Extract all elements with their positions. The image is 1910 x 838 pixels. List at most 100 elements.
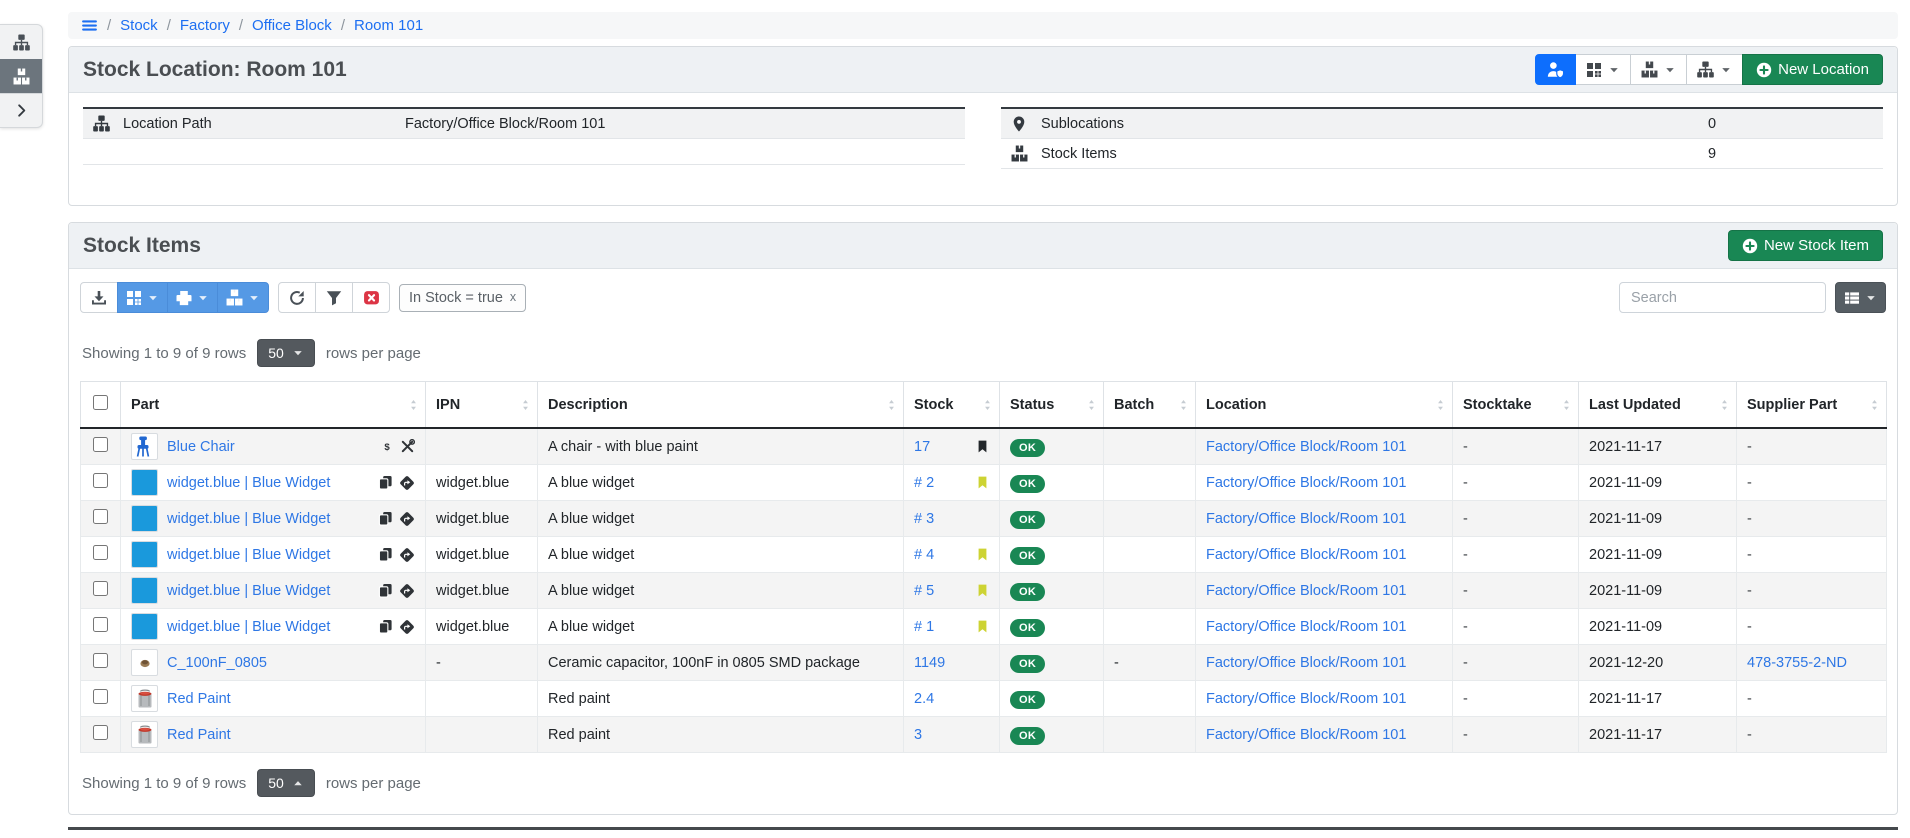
part-link[interactable]: Red Paint xyxy=(167,691,231,707)
row-checkbox[interactable] xyxy=(93,653,108,668)
description-cell: A blue widget xyxy=(538,501,904,537)
location-link[interactable]: Factory/Office Block/Room 101 xyxy=(1206,655,1406,671)
detail-empty-row xyxy=(83,139,965,165)
row-checkbox[interactable] xyxy=(93,437,108,452)
last-updated-cell: 2021-11-17 xyxy=(1579,681,1737,717)
add-filter-button[interactable] xyxy=(315,282,353,313)
location-link[interactable]: Factory/Office Block/Room 101 xyxy=(1206,547,1406,563)
column-header-part[interactable]: Part xyxy=(121,382,426,429)
sidebar-item-stock-items[interactable] xyxy=(0,59,42,93)
refresh-button[interactable] xyxy=(278,282,316,313)
column-header-supplier-part[interactable]: Supplier Part xyxy=(1737,382,1887,429)
admin-button[interactable] xyxy=(1535,54,1576,85)
column-label: Status xyxy=(1010,397,1054,413)
supplier-part-cell: - xyxy=(1737,465,1887,501)
page-size-dropdown[interactable]: 50 xyxy=(257,339,315,367)
active-filter-chip[interactable]: In Stock = true x xyxy=(399,284,526,312)
stock-link[interactable]: # 4 xyxy=(914,547,934,563)
row-checkbox[interactable] xyxy=(93,725,108,740)
part-link[interactable]: widget.blue | Blue Widget xyxy=(167,619,330,635)
row-checkbox[interactable] xyxy=(93,473,108,488)
page-size-dropdown[interactable]: 50 xyxy=(257,769,315,797)
stock-link[interactable]: # 1 xyxy=(914,619,934,635)
download-button[interactable] xyxy=(80,282,118,313)
part-thumbnail[interactable] xyxy=(131,721,158,748)
part-thumbnail[interactable] xyxy=(131,649,158,676)
clear-filters-button[interactable] xyxy=(352,282,390,313)
print-actions-button[interactable] xyxy=(167,282,218,313)
stock-options-button[interactable] xyxy=(217,282,269,313)
location-link[interactable]: Factory/Office Block/Room 101 xyxy=(1206,475,1406,491)
column-header-stocktake[interactable]: Stocktake xyxy=(1453,382,1579,429)
columns-button[interactable] xyxy=(1835,282,1886,313)
barcode-actions-button[interactable] xyxy=(1575,54,1631,85)
column-header-ipn[interactable]: IPN xyxy=(426,382,538,429)
location-cell: Factory/Office Block/Room 101 xyxy=(1196,573,1453,609)
location-link[interactable]: Factory/Office Block/Room 101 xyxy=(1206,727,1406,743)
stock-link[interactable]: 1149 xyxy=(914,655,945,671)
location-link[interactable]: Factory/Office Block/Room 101 xyxy=(1206,583,1406,599)
part-link[interactable]: Red Paint xyxy=(167,727,231,743)
part-thumbnail[interactable] xyxy=(131,505,158,532)
stock-link[interactable]: # 2 xyxy=(914,475,934,491)
row-checkbox[interactable] xyxy=(93,581,108,596)
location-link[interactable]: Factory/Office Block/Room 101 xyxy=(1206,439,1406,455)
list-columns-icon xyxy=(1844,290,1860,306)
row-select-cell xyxy=(81,609,121,645)
stock-actions-button[interactable] xyxy=(1630,54,1687,85)
stock-link[interactable]: 17 xyxy=(914,439,930,455)
part-thumbnail[interactable] xyxy=(131,433,158,460)
column-header-status[interactable]: Status xyxy=(1000,382,1104,429)
search-input[interactable] xyxy=(1619,282,1826,313)
row-checkbox[interactable] xyxy=(93,545,108,560)
column-header-description[interactable]: Description xyxy=(538,382,904,429)
barcode-actions-button[interactable] xyxy=(117,282,168,313)
sort-icon xyxy=(1718,397,1731,412)
location-cell: Factory/Office Block/Room 101 xyxy=(1196,681,1453,717)
row-checkbox[interactable] xyxy=(93,689,108,704)
column-header-batch[interactable]: Batch xyxy=(1104,382,1196,429)
column-header-stock[interactable]: Stock xyxy=(904,382,1000,429)
caret-down-icon xyxy=(147,292,159,304)
select-all-checkbox[interactable] xyxy=(93,395,108,410)
part-link[interactable]: C_100nF_0805 xyxy=(167,655,267,671)
column-header-last-updated[interactable]: Last Updated xyxy=(1579,382,1737,429)
breadcrumb-link-stock[interactable]: Stock xyxy=(120,17,158,34)
remove-filter-x[interactable]: x xyxy=(510,291,516,304)
new-stock-item-button[interactable]: New Stock Item xyxy=(1728,230,1883,261)
sidebar-item-sublocations[interactable] xyxy=(0,25,42,59)
supplier-part-link[interactable]: 478-3755-2-ND xyxy=(1747,655,1847,671)
part-link[interactable]: widget.blue | Blue Widget xyxy=(167,475,330,491)
location-link[interactable]: Factory/Office Block/Room 101 xyxy=(1206,511,1406,527)
description-cell: A blue widget xyxy=(538,465,904,501)
location-link[interactable]: Factory/Office Block/Room 101 xyxy=(1206,619,1406,635)
status-badge: OK xyxy=(1010,655,1045,673)
part-link[interactable]: widget.blue | Blue Widget xyxy=(167,511,330,527)
part-thumbnail[interactable] xyxy=(131,613,158,640)
location-actions-button[interactable] xyxy=(1686,54,1743,85)
sitemap-icon xyxy=(1697,61,1714,78)
part-thumbnail[interactable] xyxy=(131,685,158,712)
new-location-button[interactable]: New Location xyxy=(1742,54,1883,85)
stock-link[interactable]: # 5 xyxy=(914,583,934,599)
part-link[interactable]: widget.blue | Blue Widget xyxy=(167,547,330,563)
breadcrumb-link-factory[interactable]: Factory xyxy=(180,17,230,34)
part-link[interactable]: Blue Chair xyxy=(167,439,235,455)
part-thumbnail[interactable] xyxy=(131,541,158,568)
ipn-cell: widget.blue xyxy=(426,609,538,645)
hamburger-icon[interactable] xyxy=(81,17,98,34)
location-link[interactable]: Factory/Office Block/Room 101 xyxy=(1206,691,1406,707)
stock-link[interactable]: 2.4 xyxy=(914,691,934,707)
part-thumbnail[interactable] xyxy=(131,469,158,496)
breadcrumb-link-room-101[interactable]: Room 101 xyxy=(354,17,423,34)
table-row: widget.blue | Blue Widgetwidget.blueA bl… xyxy=(81,465,1887,501)
stock-link[interactable]: 3 xyxy=(914,727,922,743)
breadcrumb-link-office-block[interactable]: Office Block xyxy=(252,17,332,34)
part-thumbnail[interactable] xyxy=(131,577,158,604)
column-header-location[interactable]: Location xyxy=(1196,382,1453,429)
sidebar-expand-button[interactable] xyxy=(0,93,42,127)
stock-link[interactable]: # 3 xyxy=(914,511,934,527)
row-checkbox[interactable] xyxy=(93,509,108,524)
part-link[interactable]: widget.blue | Blue Widget xyxy=(167,583,330,599)
row-checkbox[interactable] xyxy=(93,617,108,632)
